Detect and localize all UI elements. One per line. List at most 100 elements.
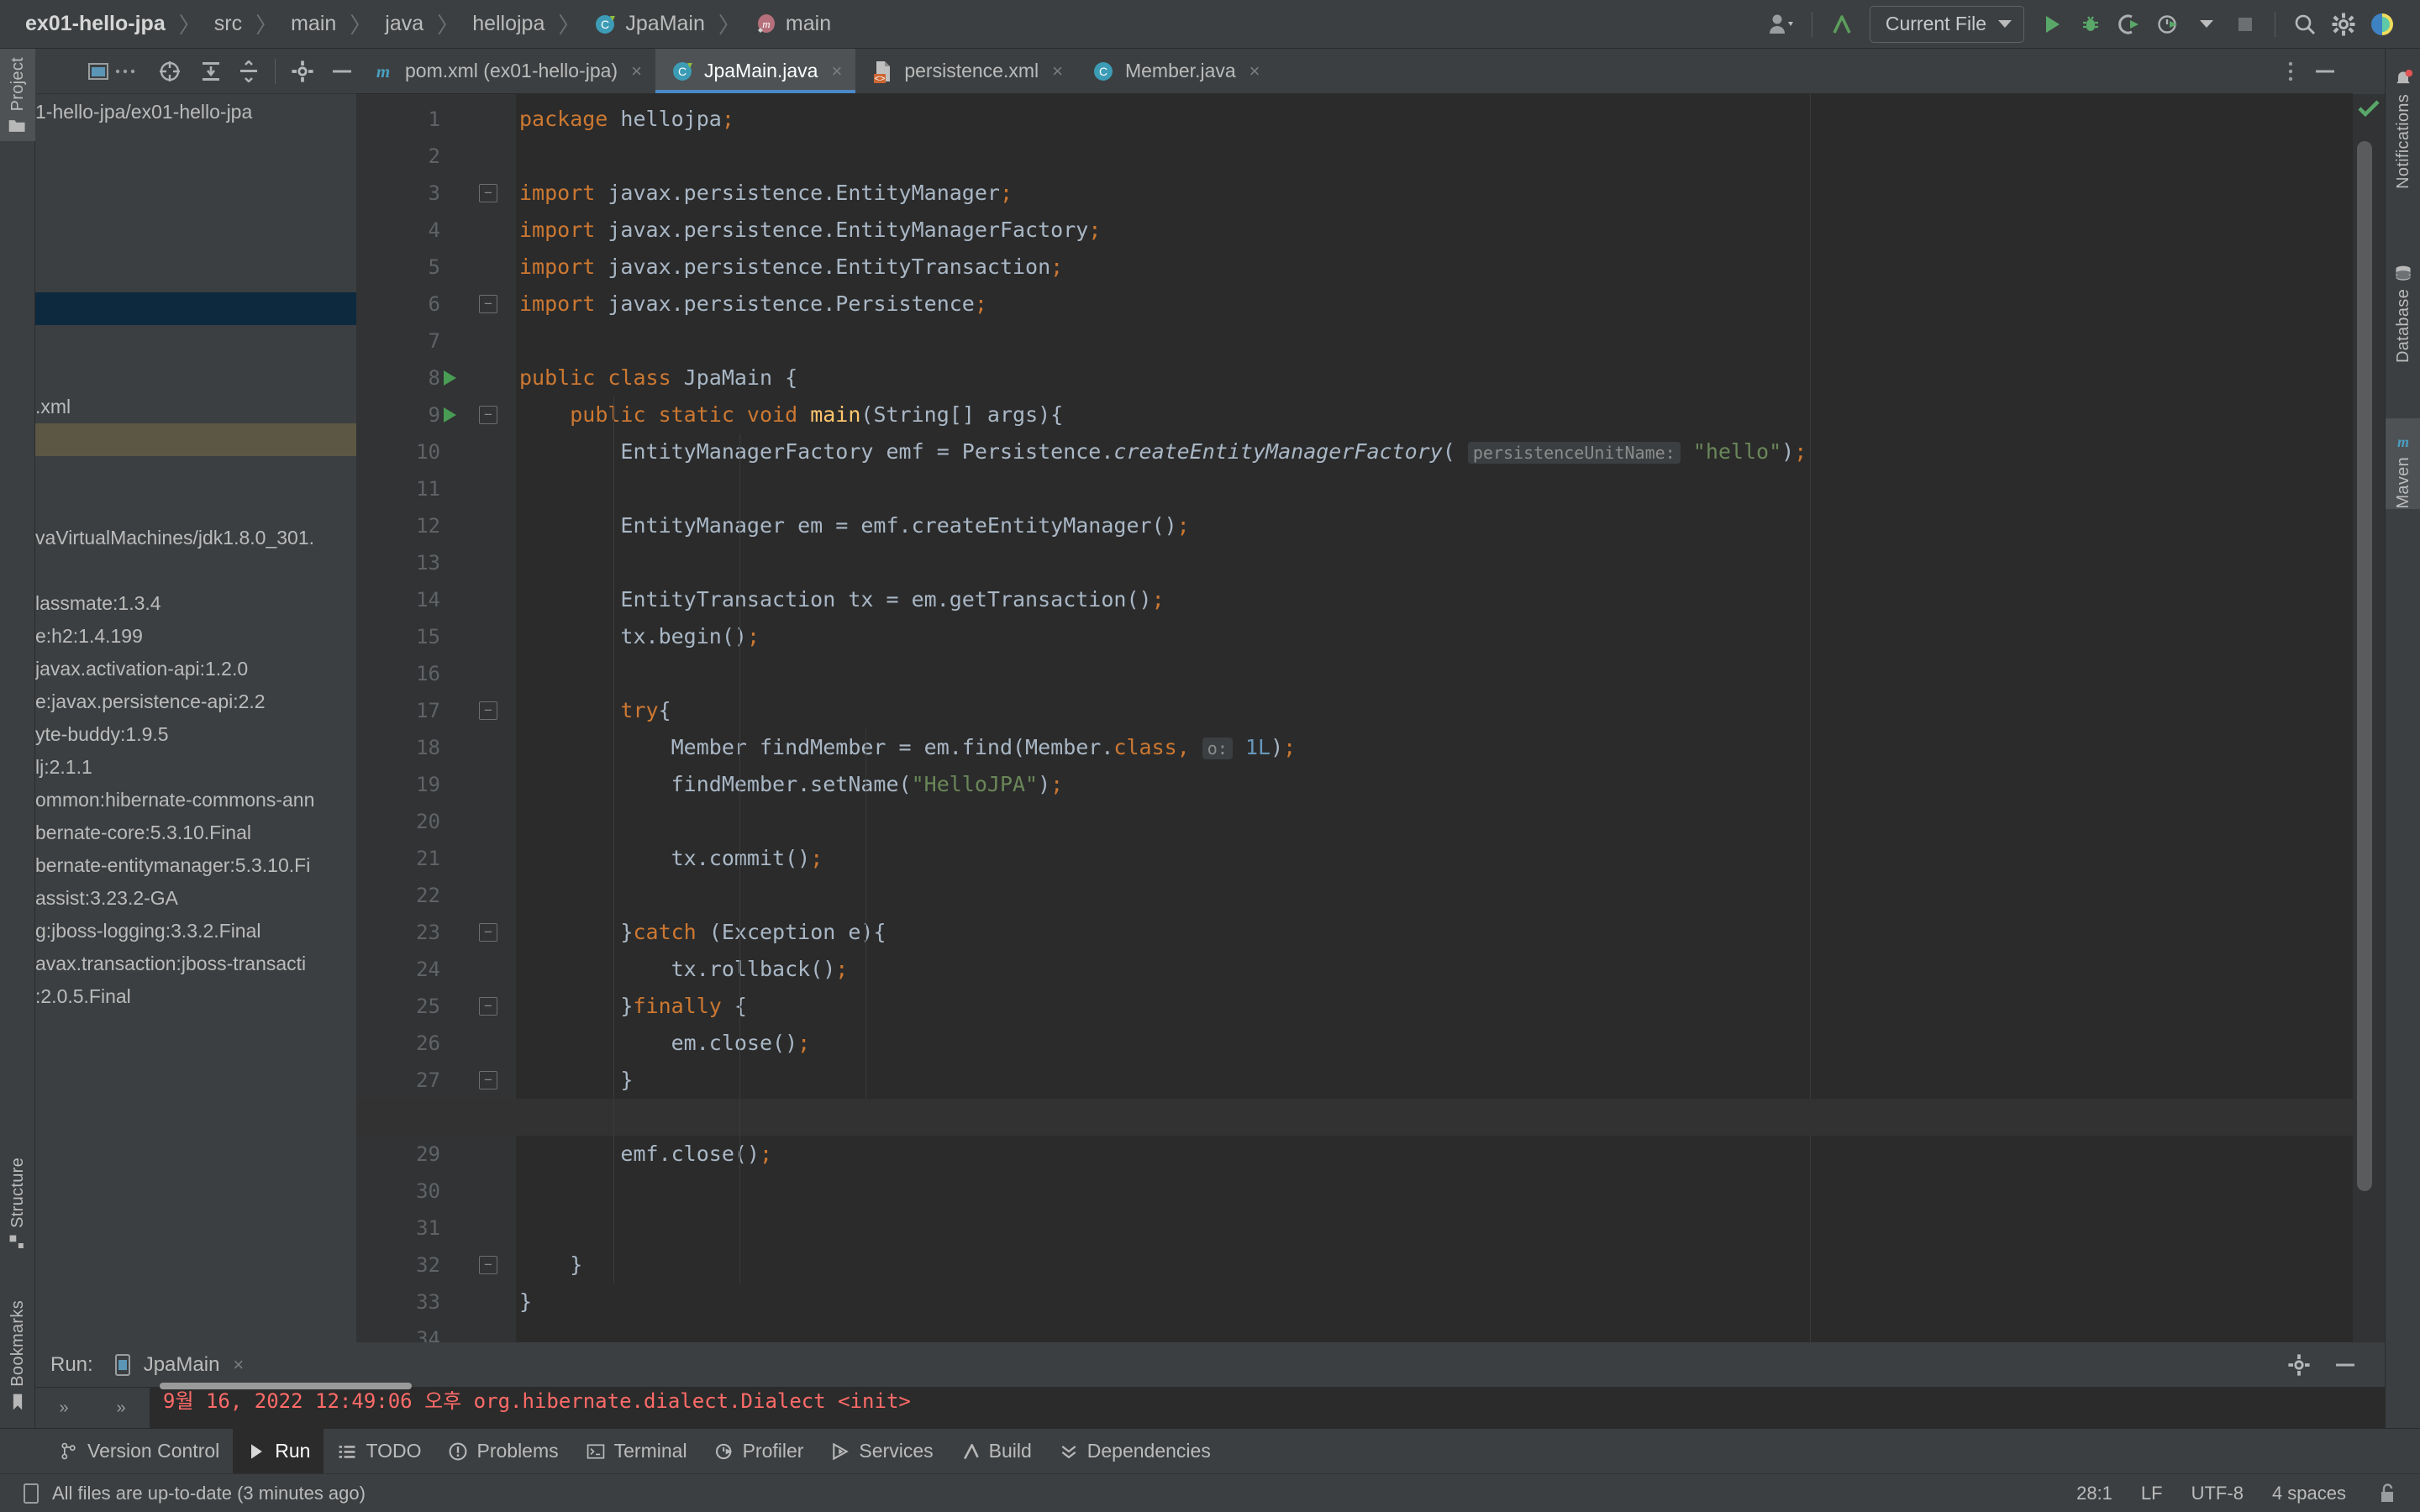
editor-code-area[interactable]: package hellojpa; import javax.persistenc…	[516, 94, 2353, 1342]
code-fold-toggle[interactable]: −	[479, 1071, 497, 1089]
console-horizontal-scrollbar[interactable]	[160, 1383, 412, 1389]
run-gutter-icon[interactable]	[444, 407, 456, 423]
project-tree-row[interactable]: vaVirtualMachines/jdk1.8.0_301.	[35, 522, 356, 554]
run-with-coverage-icon[interactable]	[2110, 5, 2149, 44]
code-fold-toggle[interactable]: −	[479, 923, 497, 942]
unlocked-icon[interactable]	[2375, 1483, 2396, 1504]
project-tree-row[interactable]: .xml	[35, 391, 356, 423]
search-everywhere-icon[interactable]	[2286, 5, 2324, 44]
project-tree-row[interactable]	[35, 129, 356, 161]
bottom-bar-problems[interactable]: Problems	[434, 1429, 571, 1473]
editor-fold-gutter[interactable]: − − − − − − − −	[460, 94, 516, 1342]
hide-icon[interactable]	[2334, 1362, 2356, 1368]
project-tree-row[interactable]: bernate-core:5.3.10.Final	[35, 816, 356, 849]
editor-tab-member-java[interactable]: C Member.java ×	[1076, 49, 1274, 93]
indent-setting[interactable]: 4 spaces	[2272, 1483, 2346, 1504]
project-tree-row[interactable]: g:jboss-logging:3.3.2.Final	[35, 915, 356, 948]
breadcrumb-item-main[interactable]: main	[287, 12, 339, 36]
settings-gear-icon[interactable]	[287, 52, 317, 91]
bottom-bar-version-control[interactable]: Version Control	[45, 1429, 233, 1473]
stripe-button-database[interactable]: Database	[2386, 250, 2420, 363]
intellij-logo-icon[interactable]	[2363, 5, 2402, 44]
caret-position[interactable]: 28:1	[2076, 1483, 2112, 1504]
breadcrumb-item-main[interactable]: m main	[750, 12, 834, 36]
project-tree-row[interactable]: ommon:hibernate-commons-ann	[35, 784, 356, 816]
settings-gear-icon[interactable]	[2287, 1353, 2311, 1377]
more-options-icon[interactable]	[113, 52, 136, 91]
run-configuration-selector[interactable]: Current File	[1869, 5, 2024, 43]
expand-chevrons-icon[interactable]: »	[116, 1399, 125, 1418]
console-gutter[interactable]: » »	[35, 1388, 150, 1428]
project-tree[interactable]: 1-hello-jpa/ex01-hello-jpa .xml vaVirtualM…	[35, 96, 356, 1342]
close-icon[interactable]: ×	[831, 60, 842, 82]
project-tree-row[interactable]: 1-hello-jpa/ex01-hello-jpa	[35, 96, 356, 129]
bottom-bar-profiler[interactable]: Profiler	[701, 1429, 818, 1473]
file-encoding[interactable]: UTF-8	[2191, 1483, 2244, 1504]
close-icon[interactable]: ×	[1052, 60, 1063, 82]
expand-all-icon[interactable]	[196, 52, 225, 91]
hide-icon[interactable]	[327, 52, 356, 91]
code-editor[interactable]: 1 2 3 4 5 6 7 8 9 10 11 12 13 14 15 16 17 18 19 20 21 22 23 24 2…	[356, 94, 2353, 1342]
breadcrumb-item-jpamain[interactable]: C JpaMain	[590, 12, 708, 36]
project-tree-row[interactable]: bernate-entitymanager:5.3.10.Fi	[35, 849, 356, 882]
select-opened-file-icon[interactable]	[84, 52, 113, 91]
project-tree-row[interactable]	[35, 194, 356, 227]
run-gutter-icon[interactable]	[444, 370, 456, 386]
project-tree-row[interactable]: lassmate:1.3.4	[35, 587, 356, 620]
debug-icon[interactable]	[2071, 5, 2110, 44]
project-tree-row[interactable]	[35, 227, 356, 260]
bottom-bar-dependencies[interactable]: Dependencies	[1045, 1429, 1224, 1473]
stripe-button-structure[interactable]: Structure	[0, 1149, 35, 1258]
project-tree-row[interactable]: lj:2.1.1	[35, 751, 356, 784]
run-console-output[interactable]: » » 9월 16, 2022 12:49:06 오후 org.hibernat…	[35, 1388, 2385, 1428]
project-tree-row[interactable]	[35, 325, 356, 358]
project-tree-row[interactable]	[35, 260, 356, 292]
code-fold-toggle[interactable]: −	[479, 295, 497, 313]
project-tree-row[interactable]	[35, 358, 356, 391]
code-fold-toggle[interactable]: −	[479, 997, 497, 1016]
stripe-button-maven[interactable]: m Maven	[2386, 418, 2420, 509]
run-icon[interactable]	[2033, 5, 2071, 44]
run-panel-tab[interactable]: JpaMain ×	[112, 1353, 244, 1377]
project-tree-row[interactable]: e:h2:1.4.199	[35, 620, 356, 653]
profiler-icon[interactable]	[2149, 5, 2187, 44]
project-tree-row[interactable]	[35, 292, 356, 325]
project-tree-row[interactable]	[35, 456, 356, 489]
close-icon[interactable]: ×	[631, 60, 642, 82]
project-tree-row[interactable]: assist:3.23.2-GA	[35, 882, 356, 915]
bottom-bar-run[interactable]: Run	[233, 1429, 324, 1473]
line-separator[interactable]: LF	[2141, 1483, 2163, 1504]
close-icon[interactable]: ×	[233, 1354, 244, 1376]
code-fold-toggle[interactable]: −	[479, 1256, 497, 1274]
stripe-button-bookmarks[interactable]: Bookmarks	[0, 1292, 35, 1417]
stripe-button-project[interactable]: Project	[0, 49, 35, 142]
project-tree-row[interactable]: :2.0.5.Final	[35, 980, 356, 1013]
expand-chevrons-icon[interactable]: »	[59, 1399, 68, 1418]
update-project-icon[interactable]	[1823, 5, 1861, 44]
code-fold-toggle[interactable]: −	[479, 406, 497, 424]
locate-icon[interactable]	[155, 52, 184, 91]
more-options-icon[interactable]	[2275, 52, 2306, 91]
project-tree-row[interactable]	[35, 423, 356, 456]
project-tree-row[interactable]: e:javax.persistence-api:2.2	[35, 685, 356, 718]
collapse-all-icon[interactable]	[234, 52, 263, 91]
user-account-icon[interactable]	[1763, 5, 1802, 44]
settings-gear-icon[interactable]	[2324, 5, 2363, 44]
bottom-bar-services[interactable]: Services	[817, 1429, 946, 1473]
breadcrumb-item-hellojpa[interactable]: hellojpa	[469, 12, 548, 36]
bottom-bar-todo[interactable]: TODO	[324, 1429, 434, 1473]
close-icon[interactable]: ×	[1249, 60, 1260, 82]
hide-icon[interactable]	[2306, 52, 2344, 91]
editor-tab-pom-xml-ex01-hello-jpa-[interactable]: m pom.xml (ex01-hello-jpa) ×	[356, 49, 655, 93]
breadcrumb-item-ex01-hello-jpa[interactable]: ex01-hello-jpa	[22, 12, 169, 36]
project-tree-row[interactable]	[35, 554, 356, 587]
bottom-bar-build[interactable]: Build	[947, 1429, 1045, 1473]
project-tree-row[interactable]	[35, 161, 356, 194]
project-tree-row[interactable]: avax.transaction:jboss-transacti	[35, 948, 356, 980]
editor-tab-jpamain-java[interactable]: C JpaMain.java ×	[655, 49, 856, 93]
breadcrumb-item-java[interactable]: java	[381, 12, 427, 36]
code-fold-toggle[interactable]: −	[479, 701, 497, 720]
bottom-bar-terminal[interactable]: Terminal	[572, 1429, 701, 1473]
stripe-button-notifications[interactable]: Notifications	[2386, 55, 2420, 189]
code-fold-toggle[interactable]: −	[479, 184, 497, 202]
